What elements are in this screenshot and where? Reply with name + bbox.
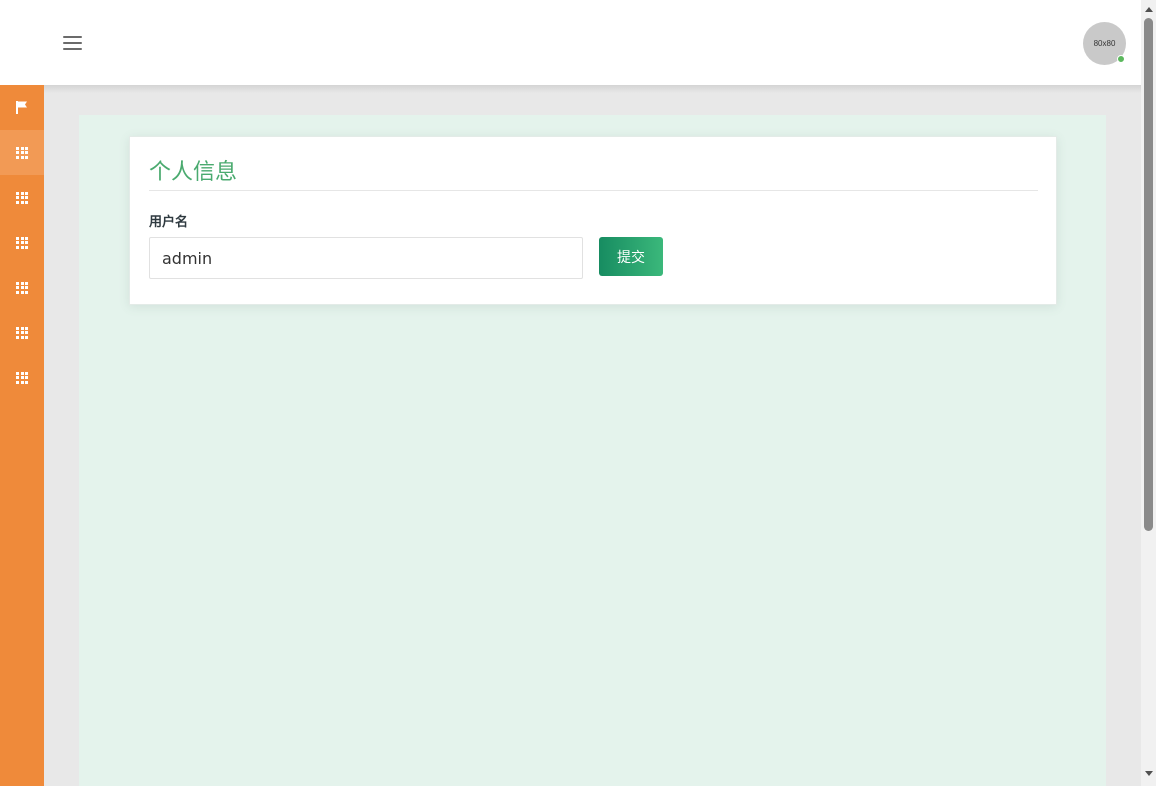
grid-icon — [16, 371, 28, 384]
sidebar-item-2[interactable] — [0, 175, 44, 220]
online-status-dot — [1117, 55, 1125, 63]
top-navbar: 80x80 — [0, 0, 1141, 85]
submit-button[interactable]: 提交 — [599, 237, 663, 276]
vertical-scrollbar[interactable] — [1141, 0, 1156, 786]
scroll-thumb[interactable] — [1144, 18, 1153, 531]
username-input[interactable] — [149, 237, 583, 279]
sidebar-item-3[interactable] — [0, 220, 44, 265]
grid-icon — [16, 191, 28, 204]
sidebar — [0, 85, 44, 786]
grid-icon — [16, 146, 28, 159]
avatar-placeholder-text: 80x80 — [1093, 39, 1116, 48]
grid-icon — [16, 281, 28, 294]
username-label: 用户名 — [149, 215, 189, 230]
scroll-down-arrow-icon[interactable] — [1145, 771, 1153, 776]
sidebar-item-4[interactable] — [0, 265, 44, 310]
profile-card: 个人信息 用户名 提交 — [129, 136, 1057, 305]
scroll-up-arrow-icon[interactable] — [1145, 7, 1153, 12]
sidebar-item-flag[interactable] — [0, 85, 44, 130]
hamburger-menu-icon[interactable] — [63, 36, 83, 50]
header-shadow — [44, 85, 1141, 93]
card-title: 个人信息 — [149, 160, 238, 185]
sidebar-item-1[interactable] — [0, 130, 44, 175]
grid-icon — [16, 326, 28, 339]
sidebar-item-6[interactable] — [0, 355, 44, 400]
flag-icon — [16, 101, 27, 114]
grid-icon — [16, 236, 28, 249]
title-divider — [149, 190, 1038, 191]
sidebar-item-5[interactable] — [0, 310, 44, 355]
